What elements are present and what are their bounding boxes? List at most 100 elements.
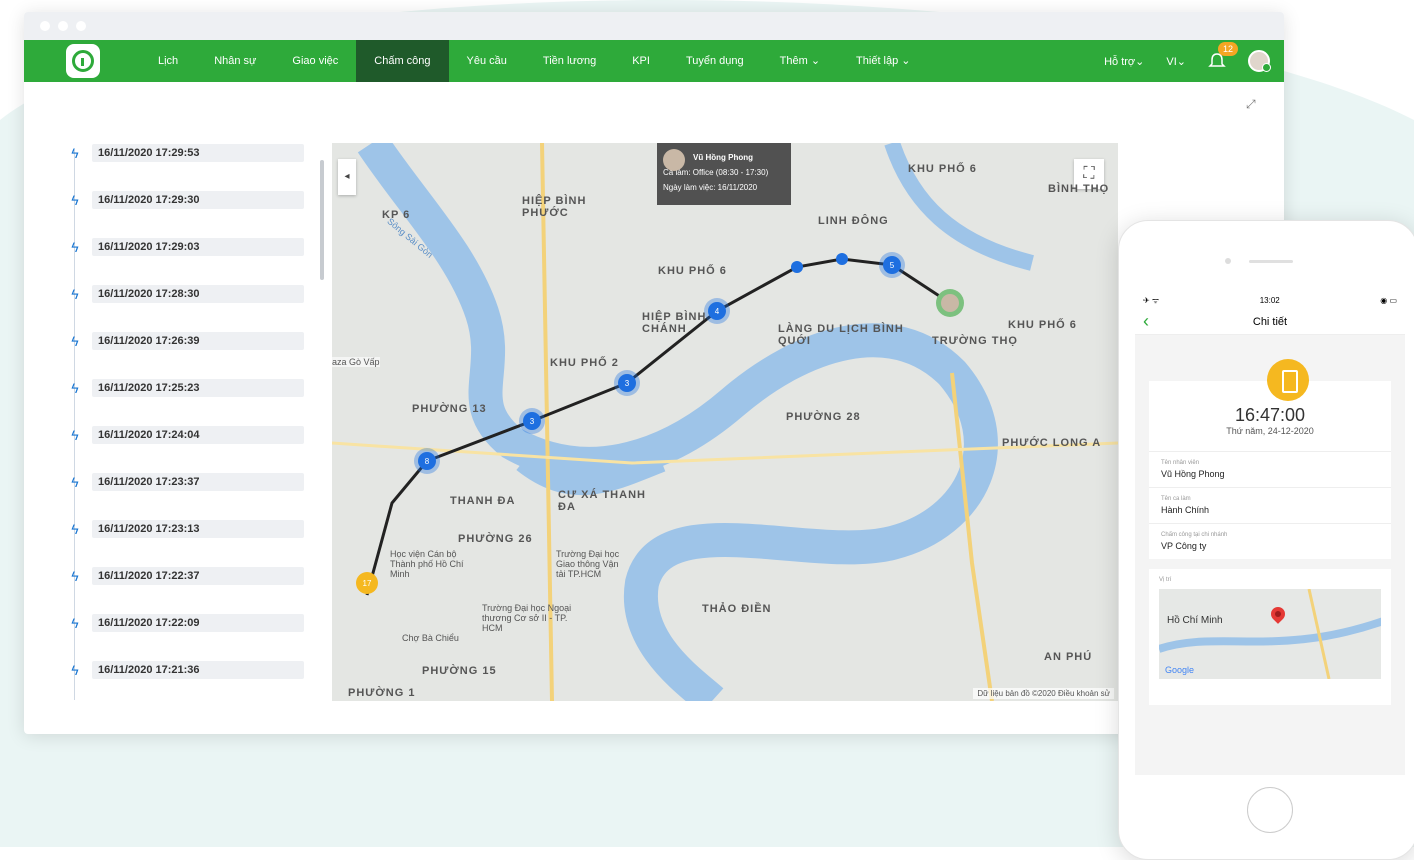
map-label: Trường Đại học Ngoại thương Cơ sở II - T… [482, 603, 572, 633]
status-time: 13:02 [1259, 295, 1280, 305]
expand-icon[interactable]: ⤢ [1246, 98, 1258, 110]
map-label: Chợ Bà Chiểu [402, 633, 459, 643]
detail-fields: Tên nhân viên Vũ Hồng Phong Tên ca làm H… [1149, 451, 1391, 559]
screen-header: ‹ Chi tiết [1135, 309, 1405, 335]
nav-item-attendance[interactable]: Chấm công [356, 40, 449, 82]
field-label: Chấm công tại chi nhánh [1161, 532, 1228, 538]
map-label: PHƯỜNG 13 [412, 403, 487, 415]
status-bar: ✈ ᯤ 13:02 ◉ ▭ [1135, 291, 1405, 309]
tooltip-shift: Ca làm: Office (08:30 - 17:30) [663, 168, 769, 177]
map-label: PHƯỜNG 28 [786, 411, 861, 423]
checkin-card: 16:47:00 Thứ năm, 24-12-2020 [1149, 359, 1391, 451]
collapse-list-button[interactable]: ◂ [338, 159, 356, 195]
log-item[interactable]: ϟ 16/11/2020 17:29:53 [64, 142, 334, 164]
map-attribution: Dữ liệu bản đồ ©2020 Điều khoản sử [973, 688, 1114, 699]
notification-badge: 12 [1218, 42, 1239, 56]
nav-item-requests[interactable]: Yêu cầu [449, 40, 525, 82]
list-scrollbar[interactable] [320, 160, 324, 280]
nav-item-calendar[interactable]: Lịch [140, 40, 196, 82]
point-marker[interactable] [791, 261, 803, 273]
log-item[interactable]: ϟ 16/11/2020 17:24:04 [64, 424, 334, 446]
cluster-label: 3 [625, 379, 630, 388]
lightning-icon: ϟ [71, 333, 79, 349]
app-logo[interactable] [66, 44, 100, 78]
phone-mockup: ✈ ᯤ 13:02 ◉ ▭ ‹ Chi tiết 16:47:00 Thứ nă… [1118, 220, 1414, 860]
mini-map[interactable]: Hồ Chí Minh Google [1159, 589, 1381, 679]
lightning-icon: ϟ [71, 192, 79, 208]
window-chrome [24, 12, 1284, 40]
log-item[interactable]: ϟ 16/11/2020 17:23:37 [64, 471, 334, 493]
employee-tooltip: Vũ Hồng Phong Ca làm: Office (08:30 - 17… [657, 143, 791, 205]
log-item[interactable]: ϟ 16/11/2020 17:26:39 [64, 330, 334, 352]
river [357, 143, 998, 701]
bell-icon[interactable]: 12 [1208, 42, 1239, 70]
nav-item-settings[interactable]: Thiết lập ⌄ [838, 40, 928, 82]
back-icon[interactable]: ‹ [1143, 309, 1149, 333]
map-label: KHU PHỐ 2 [550, 357, 619, 369]
map-label: HIỆP BÌNH PHƯỚC [522, 195, 587, 219]
lightning-icon: ϟ [71, 662, 79, 678]
lightning-icon: ϟ [71, 521, 79, 537]
map-label: AN PHÚ [1044, 651, 1093, 663]
field-value: VP Công ty [1161, 541, 1207, 551]
route-map[interactable]: 17 8 3 3 4 5 ◂ ⛶ Vũ Hồng Phong Ca làm: O… [332, 143, 1118, 701]
map-label: PHƯỜNG 26 [458, 533, 533, 545]
map-label: PHƯỚC LONG A [1002, 437, 1102, 449]
lightning-icon: ϟ [71, 568, 79, 584]
checkin-time: 16:47:00 [1234, 405, 1306, 425]
window-dot [58, 21, 68, 31]
map-label: HIỆP BÌNH CHÁNH [642, 311, 707, 335]
log-item[interactable]: ϟ 16/11/2020 17:28:30 [64, 283, 334, 305]
log-item[interactable]: ϟ 16/11/2020 17:21:36 [64, 659, 334, 681]
map-label: CƯ XÁ THANH ĐA [558, 489, 646, 513]
nav-item-payroll[interactable]: Tiền lương [525, 40, 614, 82]
log-time: 16/11/2020 17:23:13 [92, 520, 304, 538]
log-item[interactable]: ϟ 16/11/2020 17:25:23 [64, 377, 334, 399]
log-time: 16/11/2020 17:23:37 [92, 473, 304, 491]
field-label: Tên nhân viên [1161, 460, 1200, 466]
map-label: aza Gò Vấp [332, 357, 380, 367]
map-label: KHU PHỐ 6 [1008, 319, 1077, 331]
map-label: BÌNH THỌ [1048, 183, 1110, 195]
log-item[interactable]: ϟ 16/11/2020 17:29:03 [64, 236, 334, 258]
nav-item-staff[interactable]: Nhân sự [196, 40, 274, 82]
nav-item-kpi[interactable]: KPI [614, 40, 668, 82]
log-item[interactable]: ϟ 16/11/2020 17:23:13 [64, 518, 334, 540]
window-dot [76, 21, 86, 31]
location-log-list: ϟ 16/11/2020 17:29:53 ϟ 16/11/2020 17:29:3… [64, 142, 334, 702]
field-value: Vũ Hồng Phong [1161, 469, 1225, 479]
window-dot [40, 21, 50, 31]
log-item[interactable]: ϟ 16/11/2020 17:22:09 [64, 612, 334, 634]
checkin-date: Thứ năm, 24-12-2020 [1226, 426, 1314, 436]
log-time: 16/11/2020 17:26:39 [92, 332, 304, 350]
user-avatar[interactable] [1248, 50, 1271, 72]
phone-icon [1267, 359, 1309, 401]
map-label: Học viện Cán bộ Thành phố Hồ Chí Minh [390, 549, 464, 579]
nav-item-recruitment[interactable]: Tuyển dụng [668, 40, 762, 82]
log-time: 16/11/2020 17:29:30 [92, 191, 304, 209]
log-item[interactable]: ϟ 16/11/2020 17:22:37 [64, 565, 334, 587]
map-canvas: 17 8 3 3 4 5 [332, 143, 1118, 701]
map-label: Trường Đại học Giao thông Vận tải TP.HCM [556, 549, 620, 579]
help-menu[interactable]: Hỗ trợ⌄ [1104, 55, 1144, 68]
point-marker[interactable] [836, 253, 848, 265]
map-label: THANH ĐA [450, 495, 516, 507]
log-time: 16/11/2020 17:24:04 [92, 426, 304, 444]
tooltip-workday: Ngày làm việc: 16/11/2020 [663, 183, 758, 192]
lightning-icon: ϟ [71, 145, 79, 161]
map-label: PHƯỜNG 1 [348, 687, 416, 699]
log-item[interactable]: ϟ 16/11/2020 17:29:30 [64, 189, 334, 211]
language-menu[interactable]: VI⌄ [1166, 55, 1186, 68]
nav-item-more[interactable]: Thêm ⌄ [762, 40, 838, 82]
map-label: LINH ĐÔNG [818, 215, 889, 227]
field-shift: Tên ca làm Hành Chính [1149, 487, 1391, 523]
employee-avatar [663, 149, 685, 171]
field-label: Tên ca làm [1161, 496, 1191, 502]
home-button[interactable] [1247, 787, 1293, 833]
cluster-label: 5 [890, 261, 895, 270]
map-label: PHƯỜNG 15 [422, 665, 497, 677]
nav-item-tasks[interactable]: Giao việc [274, 40, 356, 82]
browser-window: Lịch Nhân sự Giao việc Chấm công Yêu cầu… [24, 12, 1284, 734]
cluster-label: 17 [363, 579, 372, 588]
phone-speaker [1249, 260, 1293, 263]
